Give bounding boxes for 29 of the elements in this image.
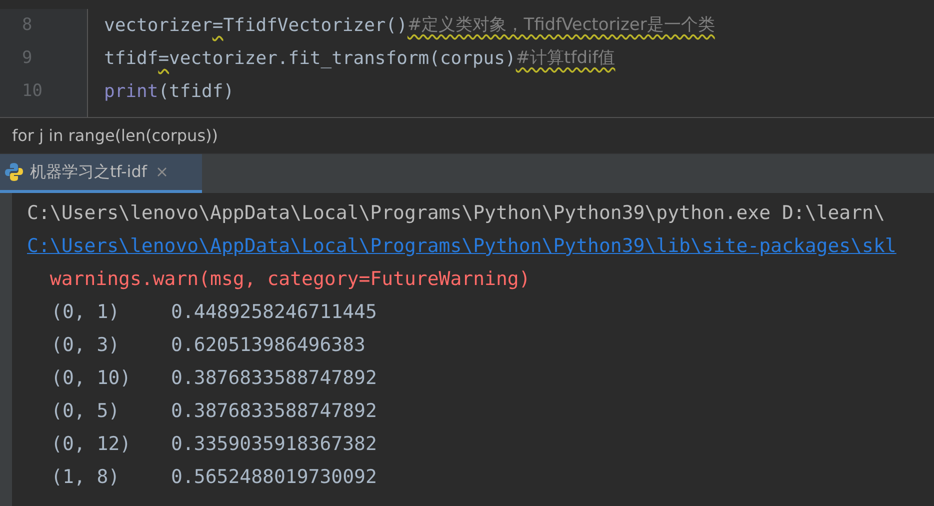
tfidf-value: 0.3876833588747892: [171, 366, 377, 391]
python-icon: [4, 162, 24, 182]
code-token: #计算tfdif值: [516, 47, 616, 70]
breadcrumb[interactable]: for j in range(len(corpus)): [12, 124, 218, 148]
code-token: =: [212, 14, 224, 38]
matrix-index: (0, 5): [51, 399, 121, 424]
close-icon[interactable]: [157, 167, 168, 177]
matrix-index: (0, 1): [51, 300, 121, 325]
code-token: vectorizer.fit_transform(corpus): [169, 47, 516, 71]
tfidf-value: 0.3359035918367382: [171, 432, 377, 457]
matrix-index: (0, 10): [51, 366, 132, 391]
matrix-index: (0, 3): [51, 333, 121, 358]
code-token: TfidfVectorizer(): [223, 14, 408, 38]
warning-text: warnings.warn(msg, category=FutureWarning): [48, 267, 530, 292]
matrix-index: (0, 12): [51, 432, 132, 457]
code-token: (tfidf): [158, 80, 234, 104]
command-text: C:\Users\lenovo\AppData\Local\Programs\Python\Python39\python.exe D:\learn\: [27, 201, 885, 226]
code-token: #定义类对象，TfidfVectorizer是一个类: [407, 14, 715, 37]
file-link[interactable]: C:\Users\lenovo\AppData\Local\Programs\Python\Python39\lib\site-packages\skl: [27, 230, 896, 263]
code-token: print: [104, 80, 158, 104]
tfidf-value: 0.4489258246711445: [171, 300, 377, 325]
code-token: vectorizer: [104, 14, 212, 38]
code-token: =: [158, 47, 170, 71]
run-tab[interactable]: 机器学习之tf-idf: [0, 154, 202, 193]
code-token: tfidf: [104, 47, 158, 71]
tfidf-value: 0.620513986496383: [171, 333, 366, 358]
tfidf-value: 0.3876833588747892: [171, 399, 377, 424]
matrix-index: (1, 8): [51, 465, 121, 490]
tfidf-value: 0.5652488019730092: [171, 465, 377, 490]
